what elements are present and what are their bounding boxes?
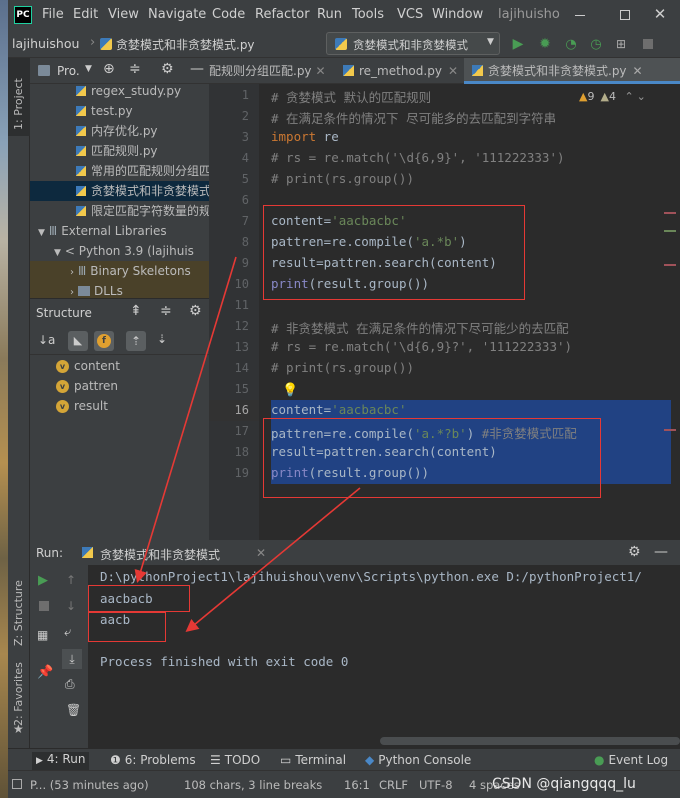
annotation-arrows <box>134 256 361 633</box>
arrow-nongreedy <box>185 487 361 633</box>
arrow-greedy <box>134 256 237 584</box>
